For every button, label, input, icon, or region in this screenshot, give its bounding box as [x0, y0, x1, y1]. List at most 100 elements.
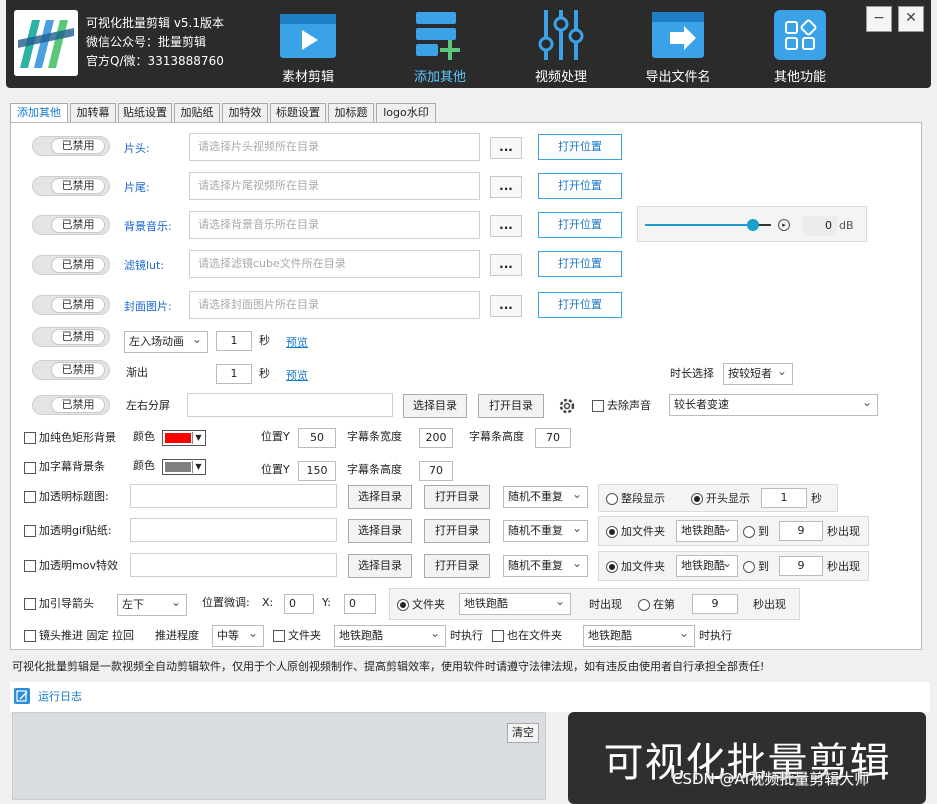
color-rect-color-picker[interactable]: ▼ — [162, 430, 206, 446]
tab-add-effect[interactable]: 加特效 — [222, 103, 268, 123]
lut-dir-input[interactable]: 请选择滤镜cube文件所在目录 — [189, 250, 480, 278]
cover-toggle[interactable]: 已禁用 — [32, 295, 110, 315]
tab-transition[interactable]: 加转幕 — [70, 103, 116, 123]
fade-out-seconds[interactable]: 1 — [216, 364, 252, 384]
head-browse-button[interactable]: ... — [490, 137, 522, 159]
trans-mov-seconds[interactable]: 9 — [779, 556, 823, 576]
volume-db-value[interactable]: 0 — [803, 216, 837, 236]
color-rect-pos-y[interactable]: 50 — [298, 428, 336, 448]
entry-anim-preview-link[interactable]: 预览 — [286, 334, 308, 350]
lut-toggle[interactable]: 已禁用 — [32, 255, 110, 275]
head-open-location-button[interactable]: 打开位置 — [538, 134, 622, 160]
trans-mov-random-select[interactable]: 随机不重复 — [503, 553, 588, 577]
nav-other-functions[interactable]: 其他功能 — [750, 4, 850, 88]
trans-mov-open-dir-button[interactable]: 打开目录 — [424, 554, 490, 578]
trans-title-seconds[interactable]: 1 — [761, 488, 807, 508]
trans-mov-folder-select[interactable]: 地铁跑酷 — [676, 553, 738, 577]
tab-add-sticker[interactable]: 加贴纸 — [174, 103, 220, 123]
bgm-toggle[interactable]: 已禁用 — [32, 215, 110, 235]
push-zoom-degree-select[interactable]: 中等 — [212, 623, 264, 647]
split-screen-toggle[interactable]: 已禁用 — [32, 395, 110, 415]
trans-title-checkbox[interactable] — [24, 491, 36, 503]
trans-title-choose-dir-button[interactable]: 选择目录 — [348, 485, 412, 509]
tab-title-settings[interactable]: 标题设置 — [270, 103, 326, 123]
trans-gif-open-dir-button[interactable]: 打开目录 — [424, 519, 490, 543]
push-zoom-also-checkbox[interactable] — [492, 630, 504, 642]
bgm-dir-input[interactable]: 请选择背景音乐所在目录 — [189, 211, 480, 239]
nav-export-filename[interactable]: 导出文件名 — [628, 4, 728, 88]
head-toggle[interactable]: 已禁用 — [32, 136, 110, 156]
trans-gif-random-select[interactable]: 随机不重复 — [503, 518, 588, 542]
volume-slider-handle[interactable] — [747, 219, 759, 231]
color-rect-checkbox[interactable] — [24, 432, 36, 444]
split-open-dir-button[interactable]: 打开目录 — [478, 394, 544, 418]
tab-add-title[interactable]: 加标题 — [328, 103, 374, 123]
tab-add-other[interactable]: 添加其他 — [10, 103, 68, 124]
entry-anim-select[interactable]: 左入场动画 — [124, 329, 208, 353]
entry-anim-seconds[interactable]: 1 — [216, 331, 252, 351]
speed-select[interactable]: 较长者变速 — [669, 392, 878, 416]
split-screen-input[interactable] — [187, 393, 393, 417]
guide-arrow-folder-radio[interactable] — [397, 599, 409, 611]
trans-mov-to-radio[interactable] — [743, 561, 755, 573]
tail-toggle[interactable]: 已禁用 — [32, 176, 110, 196]
push-zoom-folder-select[interactable]: 地铁跑酷 — [334, 623, 446, 647]
tail-open-location-button[interactable]: 打开位置 — [538, 173, 622, 199]
subtitle-bg-height[interactable]: 70 — [419, 461, 453, 481]
nav-add-other[interactable]: 添加其他 — [390, 4, 490, 88]
log-output[interactable]: 清空 — [12, 712, 546, 800]
fade-out-preview-link[interactable]: 预览 — [286, 367, 308, 383]
split-choose-dir-button[interactable]: 选择目录 — [403, 394, 467, 418]
cover-dir-input[interactable]: 请选择封面图片所在目录 — [189, 291, 480, 319]
trans-gif-folder-select[interactable]: 地铁跑酷 — [676, 518, 738, 542]
cover-browse-button[interactable]: ... — [490, 295, 522, 317]
play-icon[interactable]: ▸ — [778, 219, 790, 231]
cover-open-location-button[interactable]: 打开位置 — [538, 292, 622, 318]
duration-select[interactable]: 按较短者 — [723, 361, 793, 385]
trans-title-input[interactable] — [130, 484, 337, 508]
trans-gif-folder-radio[interactable] — [606, 526, 618, 538]
trans-mov-choose-dir-button[interactable]: 选择目录 — [348, 554, 412, 578]
gear-icon[interactable] — [557, 396, 577, 416]
minimize-button[interactable]: − — [866, 6, 892, 32]
trans-gif-choose-dir-button[interactable]: 选择目录 — [348, 519, 412, 543]
lut-open-location-button[interactable]: 打开位置 — [538, 251, 622, 277]
guide-arrow-pos-select[interactable]: 左下 — [117, 592, 187, 616]
fade-out-toggle[interactable]: 已禁用 — [32, 360, 110, 380]
push-zoom-folder-checkbox[interactable] — [273, 630, 285, 642]
color-rect-width[interactable]: 200 — [419, 428, 453, 448]
tail-browse-button[interactable]: ... — [490, 176, 522, 198]
trans-mov-input[interactable] — [130, 553, 337, 577]
bgm-browse-button[interactable]: ... — [490, 215, 522, 237]
guide-arrow-at-radio[interactable] — [638, 599, 650, 611]
subtitle-bg-color-picker[interactable]: ▼ — [162, 459, 206, 475]
head-dir-input[interactable]: 请选择片头视频所在目录 — [189, 133, 480, 161]
tab-logo-watermark[interactable]: logo水印 — [376, 103, 436, 123]
push-zoom-checkbox[interactable] — [24, 630, 36, 642]
trans-gif-checkbox[interactable] — [24, 525, 36, 537]
guide-arrow-folder-select[interactable]: 地铁跑酷 — [459, 591, 571, 615]
bgm-open-location-button[interactable]: 打开位置 — [538, 212, 622, 238]
guide-arrow-x[interactable]: 0 — [284, 594, 314, 614]
tail-dir-input[interactable]: 请选择片尾视频所在目录 — [189, 172, 480, 200]
close-button[interactable]: ✕ — [898, 6, 924, 32]
trans-mov-folder-radio[interactable] — [606, 561, 618, 573]
trans-mov-checkbox[interactable] — [24, 560, 36, 572]
guide-arrow-y[interactable]: 0 — [344, 594, 376, 614]
subtitle-bg-pos-y[interactable]: 150 — [298, 461, 336, 481]
trans-title-start-radio[interactable] — [691, 493, 703, 505]
trans-gif-input[interactable] — [130, 518, 337, 542]
trans-title-open-dir-button[interactable]: 打开目录 — [424, 485, 490, 509]
push-zoom-also-select[interactable]: 地铁跑酷 — [583, 623, 695, 647]
trans-gif-to-radio[interactable] — [743, 526, 755, 538]
clear-log-button[interactable]: 清空 — [507, 723, 539, 743]
tab-sticker-settings[interactable]: 贴纸设置 — [118, 103, 172, 123]
nav-video-process[interactable]: 视频处理 — [511, 4, 611, 88]
trans-title-full-radio[interactable] — [606, 493, 618, 505]
subtitle-bg-checkbox[interactable] — [24, 462, 36, 474]
guide-arrow-seconds[interactable]: 9 — [692, 594, 738, 614]
entry-anim-toggle[interactable]: 已禁用 — [32, 327, 110, 347]
trans-gif-seconds[interactable]: 9 — [779, 521, 823, 541]
nav-material-edit[interactable]: 素材剪辑 — [258, 4, 358, 88]
color-rect-height[interactable]: 70 — [535, 428, 571, 448]
